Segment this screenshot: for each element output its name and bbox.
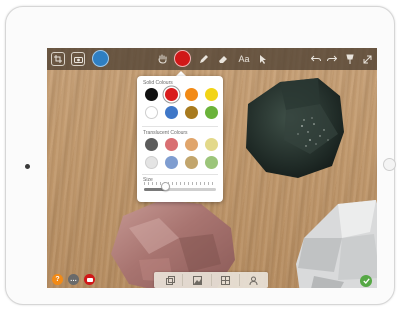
solid-color-swatch[interactable] [145, 88, 158, 101]
bottom-bar-separator [239, 274, 240, 286]
crop-icon[interactable] [51, 52, 65, 66]
dark-rock-image [246, 78, 344, 178]
brush-icon[interactable] [92, 50, 109, 67]
hand-icon[interactable] [155, 52, 169, 66]
size-slider-ticks [144, 182, 216, 185]
color-icon[interactable] [174, 50, 191, 67]
popover-divider [142, 174, 218, 175]
grid-icon[interactable] [220, 275, 230, 285]
page: Aa Solid Colours Translucent Colours Siz… [0, 0, 401, 312]
popover-divider [142, 126, 218, 127]
translucent-color-swatch[interactable] [145, 138, 158, 151]
pin-icon[interactable] [343, 52, 357, 66]
redo-icon[interactable] [325, 52, 339, 66]
confirm-icon[interactable] [360, 275, 372, 287]
translucent-color-swatch[interactable] [185, 156, 198, 169]
ipad-frame: Aa Solid Colours Translucent Colours Siz… [5, 6, 396, 305]
record-icon[interactable] [84, 274, 95, 285]
translucent-color-swatch[interactable] [205, 138, 218, 151]
layers-icon[interactable] [165, 275, 175, 285]
solid-colours-label: Solid Colours [143, 80, 173, 86]
solid-color-swatch[interactable] [205, 106, 218, 119]
front-camera [25, 164, 30, 169]
solid-color-swatch[interactable] [185, 88, 198, 101]
bottom-bar-separator [211, 274, 212, 286]
text-icon[interactable]: Aa [236, 52, 252, 66]
pen-icon[interactable] [197, 52, 211, 66]
eraser-icon[interactable] [216, 52, 230, 66]
solid-color-swatch[interactable] [165, 106, 178, 119]
translucent-colours-label: Translucent Colours [143, 130, 188, 136]
color-picker-popover: Solid Colours Translucent Colours Size [137, 76, 223, 202]
size-slider[interactable] [144, 188, 216, 191]
translucent-color-swatch[interactable] [145, 156, 158, 169]
translucent-color-swatch[interactable] [205, 156, 218, 169]
app-screen: Aa Solid Colours Translucent Colours Siz… [47, 48, 377, 288]
camera-icon[interactable] [71, 52, 85, 66]
image-icon[interactable] [192, 275, 202, 285]
undo-icon[interactable] [309, 52, 323, 66]
solid-color-swatch[interactable] [165, 88, 178, 101]
solid-color-swatch[interactable] [205, 88, 218, 101]
expand-icon[interactable] [360, 52, 374, 66]
solid-color-swatch[interactable] [185, 106, 198, 119]
bottom-bar-separator [182, 274, 183, 286]
home-button[interactable] [383, 158, 396, 171]
translucent-color-swatch[interactable] [185, 138, 198, 151]
help-icon[interactable]: ? [52, 274, 63, 285]
top-toolbar: Aa [47, 48, 377, 70]
chat-icon[interactable]: … [68, 274, 79, 285]
user-icon[interactable] [248, 275, 258, 285]
translucent-color-swatch[interactable] [165, 138, 178, 151]
pointer-icon[interactable] [255, 52, 269, 66]
translucent-color-swatch[interactable] [165, 156, 178, 169]
bottom-toolbar [154, 272, 268, 288]
solid-color-swatch[interactable] [145, 106, 158, 119]
